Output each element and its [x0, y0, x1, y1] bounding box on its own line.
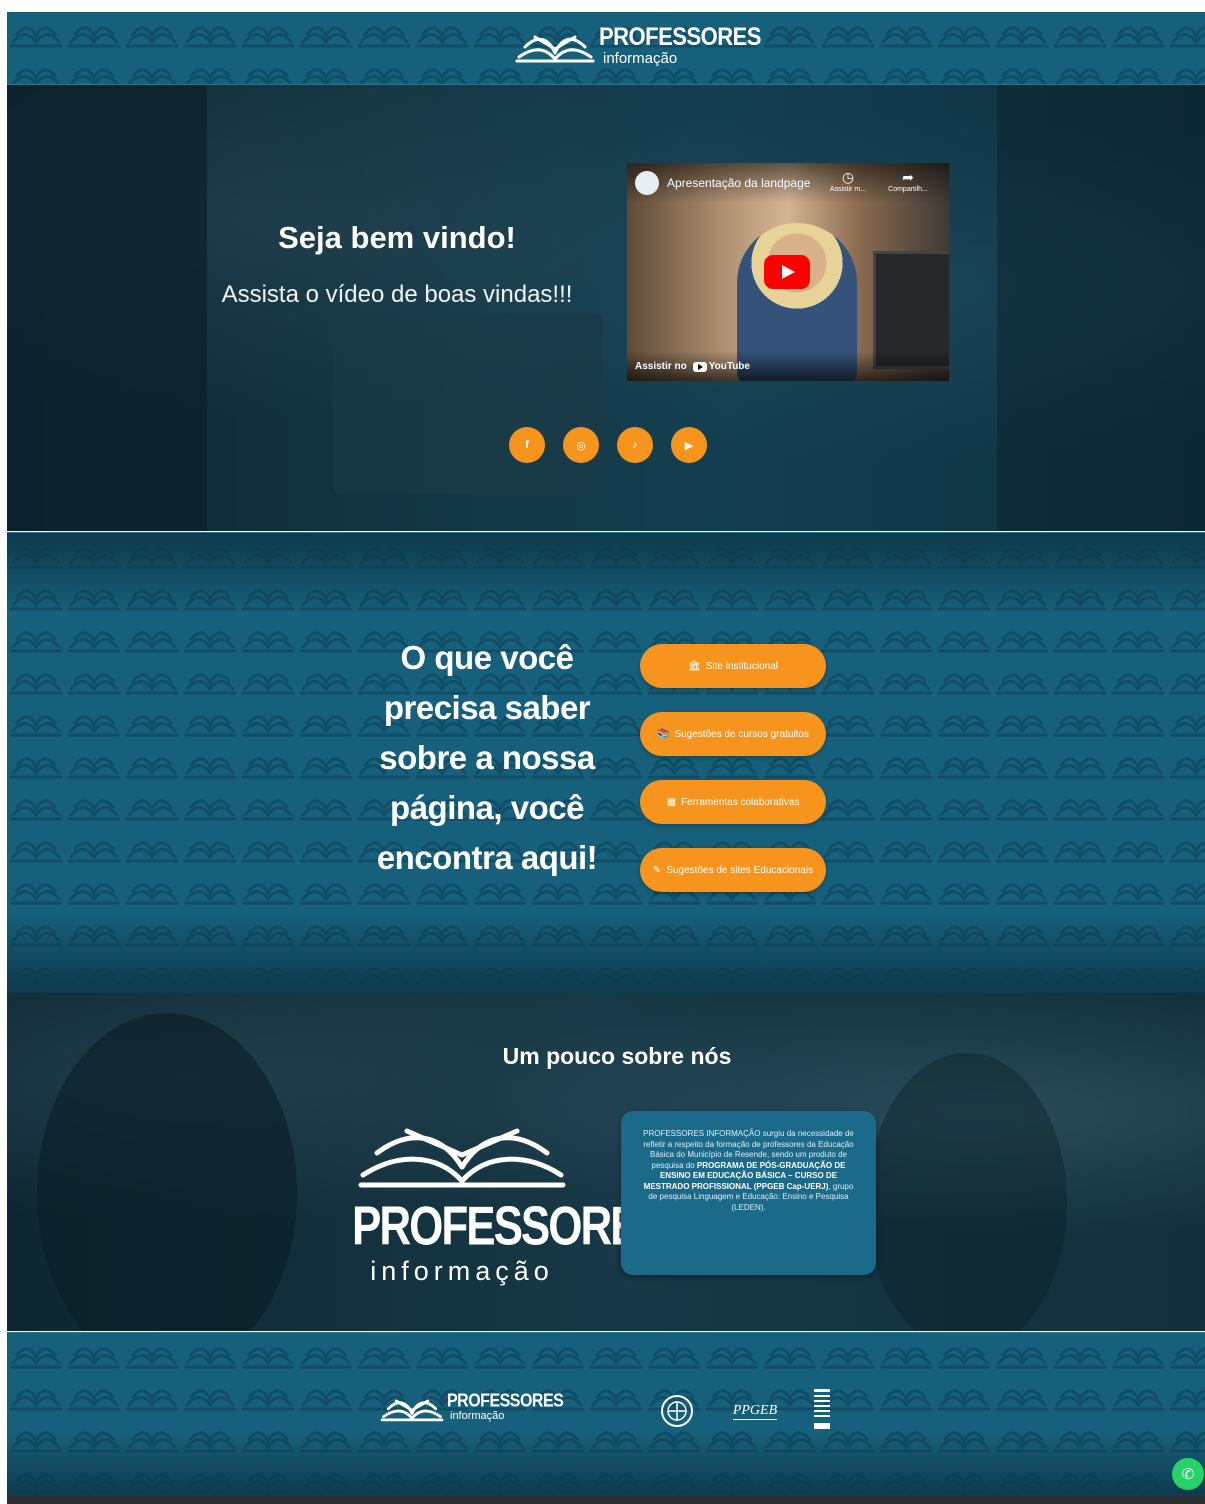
clock-icon: ◷ — [841, 169, 855, 185]
background-figure — [37, 1013, 297, 1331]
cap-uerj-icon — [814, 1389, 830, 1429]
hero-subtitle: Assista o vídeo de boas vindas!!! — [221, 281, 573, 308]
info-heading: O que você precisa saber sobre a nossa p… — [367, 633, 607, 883]
heading-line: página, você — [390, 789, 584, 826]
button-label: Sugestões de cursos gratuitos — [674, 728, 809, 740]
cursos-gratuitos-button[interactable]: 📚 Sugestões de cursos gratuitos — [640, 712, 826, 756]
button-label: Site institucional — [705, 660, 778, 672]
seal-icon — [661, 1395, 693, 1427]
play-button[interactable] — [764, 255, 810, 289]
whatsapp-icon: ✆ — [1181, 1466, 1195, 1483]
facebook-icon[interactable]: f — [509, 427, 545, 463]
heading-line: encontra aqui! — [376, 839, 598, 876]
youtube-icon[interactable]: ▶ — [671, 427, 707, 463]
background-figure — [867, 1053, 1067, 1331]
button-label: Sugestões de sites Educacionais — [666, 864, 814, 876]
book-icon — [358, 1128, 566, 1188]
about-section: Um pouco sobre nós PROFESSORES informaçã… — [7, 993, 1205, 1331]
watch-later-button[interactable]: ◷ Assistir m... — [823, 169, 873, 193]
footer-logo-subtitle: informação — [450, 1410, 505, 1422]
footer-logo-title: PROFESSORES — [447, 1391, 564, 1412]
sites-educacionais-button[interactable]: ✎ Sugestões de sites Educacionais — [640, 848, 826, 892]
about-logo-subtitle: informação — [370, 1256, 554, 1286]
share-label: Compartilh... — [888, 186, 928, 193]
footer: PROFESSORES informação PPGEB — [7, 1332, 1205, 1497]
share-icon: ➦ — [902, 169, 914, 185]
ppgeb-label: PPGEB — [732, 1402, 778, 1420]
about-logo: PROFESSORES informação — [352, 1111, 667, 1287]
footer-fade — [7, 1333, 1205, 1497]
instagram-icon[interactable]: ◎ — [563, 427, 599, 463]
watch-later-label: Assistir m... — [829, 186, 867, 193]
background-figure — [997, 85, 1205, 531]
video-title[interactable]: Apresentação da landpage — [667, 176, 810, 190]
share-button[interactable]: ➦ Compartilh... — [883, 169, 933, 193]
tiktok-icon[interactable]: ♪ — [617, 427, 653, 463]
header-logo[interactable]: PROFESSORES informação — [515, 22, 761, 67]
youtube-logo: YouTube — [692, 361, 750, 372]
heading-line: sobre a nossa — [379, 739, 595, 776]
about-title: Um pouco sobre nós — [502, 1043, 732, 1069]
hero-title: Seja bem vindo! — [278, 220, 516, 255]
cap-uerj-logo[interactable] — [813, 1389, 831, 1431]
page: PROFESSORES informação Seja bem vindo! A… — [7, 12, 1205, 1504]
building-icon: 🏛 — [688, 660, 701, 672]
info-buttons: 🏛 Site institucional 📚 Sugestões de curs… — [640, 644, 826, 916]
grid-icon: ▦ — [666, 796, 677, 808]
watch-on-label: Assistir no — [635, 361, 687, 372]
background-laptop — [333, 313, 603, 493]
channel-avatar[interactable] — [635, 171, 659, 195]
book-icon — [515, 35, 595, 63]
about-logo-title: PROFESSORES — [352, 1195, 667, 1257]
books-icon: 📚 — [657, 728, 670, 740]
about-text-card: PROFESSORES INFORMAÇÃO surgiu da necessi… — [621, 1111, 876, 1275]
site-institucional-button[interactable]: 🏛 Site institucional — [640, 644, 826, 688]
uerj-seal-logo[interactable] — [659, 1393, 695, 1429]
logo-subtitle: informação — [603, 50, 678, 67]
watch-on-youtube-link[interactable]: Assistir no YouTube — [635, 361, 750, 372]
youtube-wordmark: YouTube — [708, 361, 750, 372]
logo-title: PROFESSORES — [599, 22, 761, 51]
ppgeb-logo[interactable]: PPGEB — [729, 1391, 781, 1431]
background-figure — [7, 85, 207, 531]
hero-section: Seja bem vindo! Assista o vídeo de boas … — [7, 85, 1205, 531]
whatsapp-button[interactable]: ✆ — [1172, 1458, 1204, 1490]
youtube-video-embed[interactable]: Apresentação da landpage ◷ Assistir m...… — [627, 163, 949, 381]
copyright-bar — [7, 1496, 1205, 1504]
social-links: f ◎ ♪ ▶ — [509, 427, 707, 463]
heading-line: O que você — [400, 639, 574, 676]
info-section: O que você precisa saber sobre a nossa p… — [7, 532, 1205, 993]
header: PROFESSORES informação — [7, 12, 1205, 85]
button-label: Ferramentas colaborativas — [681, 796, 800, 808]
heading-line: precisa saber — [383, 689, 591, 726]
book-icon — [380, 1399, 444, 1422]
ferramentas-colaborativas-button[interactable]: ▦ Ferramentas colaborativas — [640, 780, 826, 824]
pencil-icon: ✎ — [652, 864, 662, 876]
footer-logo[interactable]: PROFESSORES informação — [380, 1391, 564, 1423]
